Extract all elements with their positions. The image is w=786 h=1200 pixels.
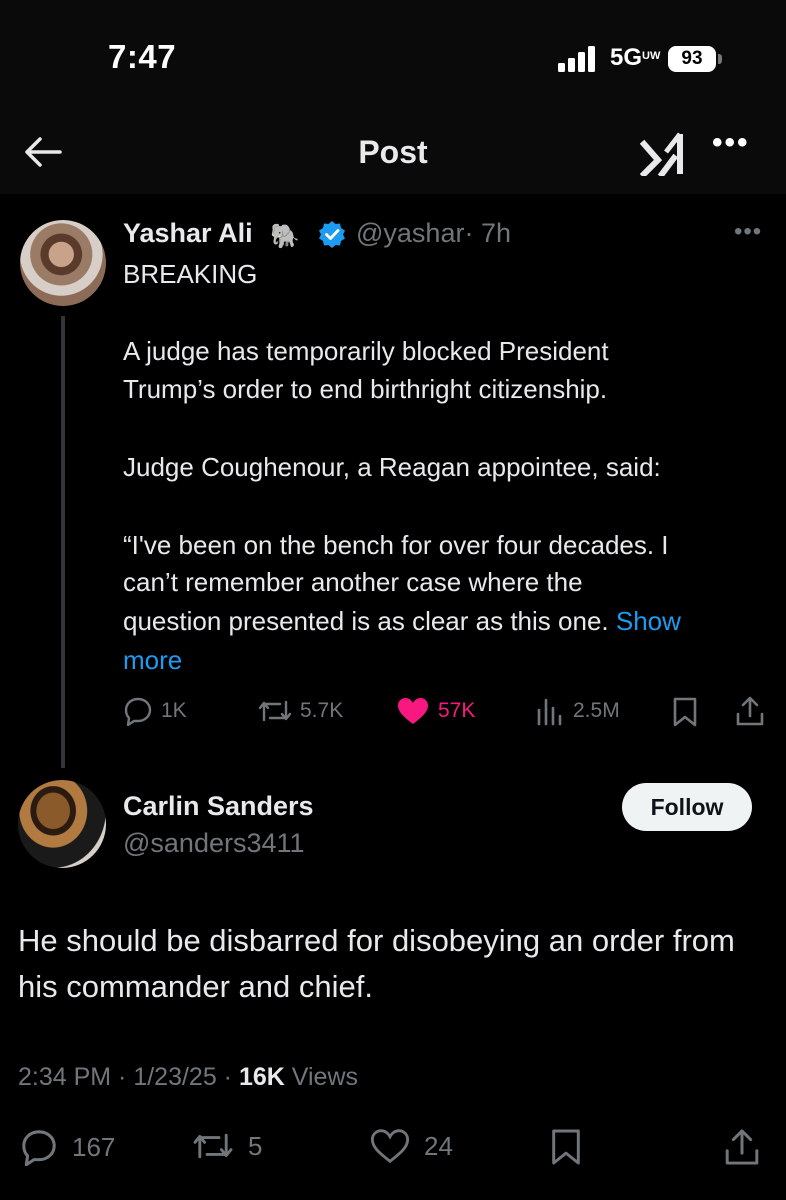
- repost-count: 5: [248, 1130, 263, 1161]
- status-bar: 7:47 5GUW 93: [0, 0, 786, 110]
- reply-count: 167: [72, 1131, 116, 1162]
- author-handle[interactable]: @yashar: [356, 218, 464, 248]
- elephant-emoji-icon: 🐘: [270, 223, 300, 250]
- follow-button[interactable]: Follow: [622, 783, 752, 831]
- status-time: 7:47: [108, 38, 177, 75]
- post-time: · 7h: [464, 218, 511, 248]
- reply-button[interactable]: 1K: [123, 696, 187, 726]
- post-text-last-line: question presented is as clear as this o…: [123, 606, 681, 637]
- like-count: 57K: [438, 699, 476, 722]
- more-options-icon[interactable]: •••: [712, 126, 750, 160]
- post-text-line: can’t remember another case where the: [123, 567, 583, 597]
- post-more-icon[interactable]: •••: [734, 218, 762, 246]
- thread-line: [61, 316, 65, 768]
- repost-count: 5.7K: [300, 699, 344, 722]
- reply-text: He should be disbarred for disobeying an…: [18, 923, 735, 1004]
- repost-icon: [193, 1133, 233, 1159]
- reply-icon: [22, 1130, 56, 1166]
- post-text-line: BREAKING: [123, 259, 258, 289]
- views-button[interactable]: 2.5M: [535, 696, 620, 726]
- network-sub-label: UW: [642, 50, 661, 62]
- reply-author-handle[interactable]: @sanders3411: [123, 828, 305, 859]
- heart-outline-icon: [370, 1129, 410, 1164]
- signal-icon: [558, 46, 595, 72]
- verified-badge-icon: [319, 221, 345, 248]
- like-count: 24: [424, 1130, 453, 1161]
- show-more-link[interactable]: Show: [616, 606, 681, 636]
- author-name[interactable]: Yashar Ali: [123, 218, 253, 249]
- reply-author-name[interactable]: Carlin Sanders: [123, 791, 314, 822]
- views-count: 2.5M: [573, 699, 620, 722]
- battery-icon: 93: [668, 46, 716, 72]
- share-icon[interactable]: [722, 1126, 762, 1168]
- grok-icon[interactable]: [640, 130, 692, 176]
- heart-filled-icon: [398, 698, 428, 724]
- bookmark-icon[interactable]: [550, 1126, 582, 1168]
- post-text-line: Judge Coughenour, a Reagan appointee, sa…: [123, 452, 661, 482]
- repost-button[interactable]: 5: [192, 1128, 262, 1164]
- like-button[interactable]: 24: [370, 1128, 453, 1164]
- network-indicator: 5GUW: [610, 44, 661, 72]
- post-text-line: question presented is as clear as this o…: [123, 606, 609, 636]
- post-meta: 2:34 PM · 1/23/25 · 16K Views: [18, 1063, 358, 1092]
- reply-count: 1K: [161, 699, 187, 722]
- post-text-line: A judge has temporarily blocked Presiden…: [123, 336, 609, 366]
- repost-button[interactable]: 5.7K: [258, 696, 343, 726]
- view-count[interactable]: 16K: [239, 1063, 285, 1091]
- avatar[interactable]: [20, 220, 106, 306]
- network-label: 5G: [610, 44, 643, 71]
- top-nav: Post •••: [0, 110, 786, 194]
- reply-button[interactable]: 167: [20, 1128, 115, 1166]
- like-button[interactable]: 57K: [396, 696, 475, 726]
- battery-tip: [718, 54, 722, 64]
- author-handle-row: @yashar· 7h: [356, 218, 511, 249]
- avatar[interactable]: [18, 780, 106, 868]
- reply-icon: [124, 697, 152, 726]
- show-more-link-cont[interactable]: more: [123, 645, 182, 676]
- repost-icon: [258, 700, 292, 722]
- views-label: Views: [284, 1063, 359, 1091]
- post-text-line: Trump’s order to end birthright citizens…: [123, 374, 608, 404]
- post-timestamp: 2:34 PM · 1/23/25 ·: [18, 1063, 239, 1091]
- bookmark-icon[interactable]: [672, 696, 698, 728]
- share-icon[interactable]: [734, 694, 766, 728]
- views-chart-icon: [537, 698, 562, 726]
- post-text-line: “I've been on the bench for over four de…: [123, 530, 669, 560]
